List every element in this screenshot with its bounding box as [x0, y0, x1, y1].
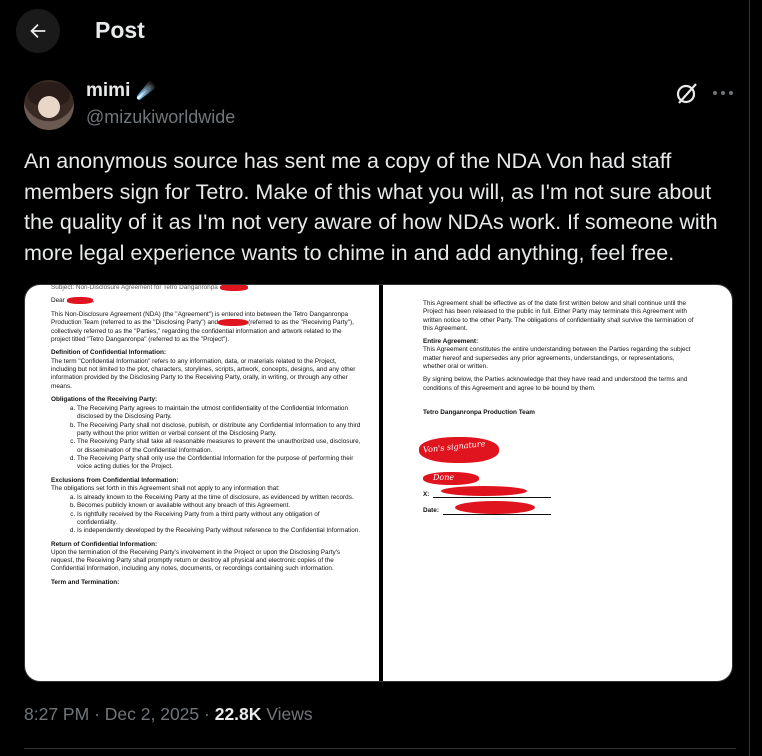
x-line: X: — [423, 491, 430, 498]
page-title: Post — [95, 17, 145, 43]
nda-page-2-image[interactable]: This Agreement shall be effective as of … — [383, 285, 732, 681]
grok-icon — [676, 83, 697, 104]
doc-def: Definition of Confidential Information: T… — [51, 349, 356, 390]
list-item: The Receiving Party agrees to maintain t… — [77, 405, 361, 422]
tweet-text: An anonymous source has sent me a copy o… — [24, 149, 718, 265]
redaction-mark — [218, 319, 249, 327]
top-bar: Post — [0, 0, 750, 62]
meta-separator: · — [94, 704, 100, 724]
author-handle[interactable]: @mizukiworldwide — [86, 107, 235, 128]
more-options-button[interactable] — [708, 84, 738, 102]
post-time[interactable]: 8:27 PM — [24, 704, 89, 724]
list-item: The Receiving Party shall not disclose, … — [77, 422, 361, 439]
author-name[interactable]: mimi — [86, 80, 130, 102]
tweet-media[interactable]: Subject: Non-Disclosure Agreement for Te… — [24, 284, 733, 682]
avatar[interactable] — [24, 80, 74, 130]
doc-excl: Exclusions from Confidential Information… — [51, 476, 280, 492]
list-item: Is independently developed by the Receiv… — [77, 527, 361, 535]
x-underline — [433, 497, 551, 498]
date-underline — [443, 514, 551, 515]
doc-subject: Subject: Non-Disclosure Agreement for Te… — [51, 285, 361, 292]
done-note: Done — [433, 473, 455, 482]
doc-dear: Dear , — [51, 297, 95, 305]
redaction-mark — [66, 297, 93, 305]
views-label: Views — [266, 704, 313, 724]
divider — [24, 748, 736, 749]
comet-badge-icon: ☄️ — [136, 83, 157, 100]
doc-obl-heading: Obligations of the Receiving Party: — [51, 395, 158, 403]
doc-term-text: This Agreement shall be effective as of … — [423, 300, 694, 332]
avatar-face — [38, 96, 60, 118]
post-date[interactable]: Dec 2, 2025 — [105, 704, 199, 724]
doc-obligations-list: The Receiving Party agrees to maintain t… — [51, 405, 361, 471]
list-item: Is already known to the Receiving Party … — [77, 494, 361, 502]
nda-page-1-image[interactable]: Subject: Non-Disclosure Agreement for Te… — [25, 285, 379, 681]
redaction-mark — [219, 285, 248, 291]
doc-team-label: Tetro Danganronpa Production Team — [423, 408, 535, 416]
doc-intro: This Non-Disclosure Agreement (NDA) (the… — [51, 310, 354, 344]
date-line: Date: — [423, 507, 439, 514]
doc-entire: Entire Agreement: This Agreement constitu… — [423, 338, 691, 371]
name-redaction — [441, 486, 527, 496]
doc-exclusions-list: Is already known to the Receiving Party … — [51, 494, 361, 535]
list-item: The Receiving Party shall take all reaso… — [77, 438, 361, 455]
post-meta: 8:27 PM · Dec 2, 2025 · 22.8K Views — [24, 704, 313, 725]
arrow-left-icon — [30, 23, 46, 39]
views-count: 22.8K — [214, 704, 262, 724]
list-item: Becomes publicly known or available with… — [77, 502, 361, 510]
scrollbar[interactable] — [749, 0, 762, 756]
doc-term-heading: Term and Termination: — [51, 578, 120, 586]
date-redaction — [455, 501, 535, 514]
meta-separator: · — [204, 704, 210, 724]
more-dots-icon — [713, 91, 733, 95]
doc-signing: By signing below, the Parties acknowledg… — [423, 376, 688, 392]
back-button[interactable] — [16, 9, 60, 53]
list-item: The Receiving Party shall only use the C… — [77, 455, 361, 472]
list-item: Is rightfully received by the Receiving … — [77, 511, 361, 528]
grok-button[interactable] — [674, 80, 700, 106]
author-name-row[interactable]: mimi ☄️ — [86, 80, 156, 102]
doc-return: Return of Confidential Information: Upon … — [51, 540, 341, 573]
